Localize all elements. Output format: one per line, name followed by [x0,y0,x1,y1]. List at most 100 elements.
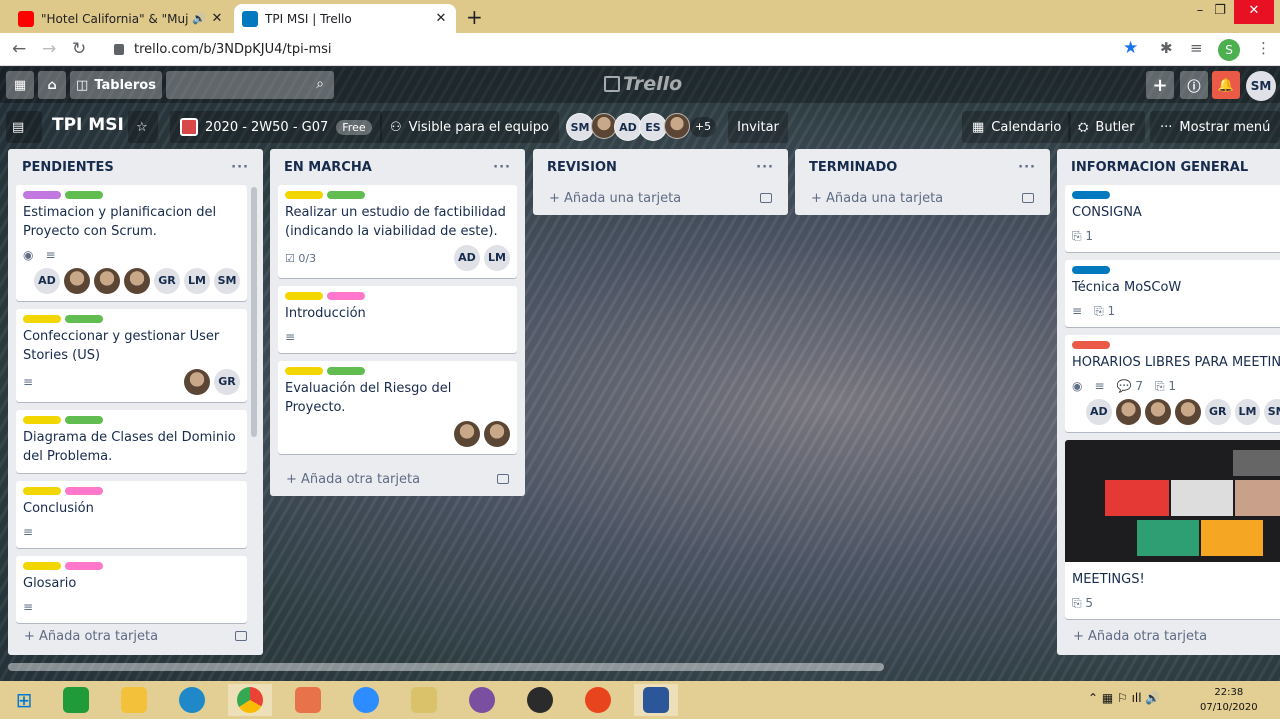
start-button[interactable]: ⊞ [2,684,46,716]
taskbar-app[interactable] [576,684,620,716]
invite-button[interactable]: Invitar [728,111,788,143]
label-blue[interactable] [1072,266,1110,274]
member-avatar[interactable]: AD [454,245,480,271]
label-green[interactable] [327,367,365,375]
extensions-icon[interactable]: ✱ [1160,39,1173,57]
star-board-button[interactable]: ☆ [128,111,158,143]
label-yellow[interactable] [23,562,61,570]
member-avatar[interactable] [1145,399,1172,425]
card[interactable]: HORARIOS LIBRES PARA MEETINGS ◉ ≡ 💬 7 ⎘ … [1065,335,1280,432]
member-avatar[interactable] [664,113,690,139]
list-menu-icon[interactable]: ··· [1018,160,1036,175]
card[interactable]: Introducción ≡ [278,286,517,353]
address-bar[interactable]: trello.com/b/3NDpKJU4/tpi-msi [104,37,1152,61]
reload-icon[interactable]: ↻ [72,39,86,59]
member-avatar[interactable]: SM [214,268,240,294]
add-card-button[interactable]: + Añada otra tarjeta [1057,619,1280,653]
team-button[interactable]: 2020 - 2W50 - G07 Free [170,111,382,143]
taskbar-app[interactable] [286,684,330,716]
member-avatar[interactable] [64,268,90,294]
member-avatar[interactable]: AD [34,268,60,294]
label-yellow[interactable] [285,367,323,375]
boards-button[interactable]: ◫ Tableros [70,71,162,99]
user-avatar[interactable]: SM [1246,71,1276,101]
home-button[interactable]: ⌂ [38,71,66,99]
member-avatar[interactable]: AD [1086,399,1112,425]
list-header[interactable]: INFORMACION GENERAL [1057,149,1280,185]
label-green[interactable] [65,315,103,323]
member-avatar[interactable] [94,268,120,294]
card-template-icon[interactable] [235,631,247,641]
label-purple[interactable] [23,191,61,199]
member-avatar[interactable]: AD [614,113,642,141]
member-avatar[interactable]: GR [214,369,240,395]
card[interactable]: Técnica MoSCoW ≡ ⎘ 1 [1065,260,1280,327]
taskbar-app[interactable] [460,684,504,716]
info-button[interactable]: ⓘ [1180,71,1208,99]
member-avatar[interactable]: LM [484,245,510,271]
butler-button[interactable]: ⛭ Butler [1068,111,1145,143]
member-avatar[interactable] [184,369,210,395]
back-icon[interactable]: ← [12,39,26,59]
notifications-button[interactable]: 🔔 [1212,71,1240,99]
add-card-button[interactable]: + Añada otra tarjeta [8,619,263,653]
card[interactable]: Realizar un estudio de factibilidad (ind… [278,185,517,278]
member-avatar[interactable] [124,268,150,294]
card[interactable]: Conclusión ≡ [16,481,247,548]
window-close-button[interactable]: ✕ [1234,0,1274,24]
browser-menu-icon[interactable]: ⋮ [1256,39,1271,57]
list-header[interactable]: TERMINADO ··· [795,149,1050,185]
card[interactable]: MEETINGS! ⎘ 5 [1065,440,1280,619]
member-avatar[interactable]: GR [154,268,180,294]
taskbar-app[interactable] [634,684,678,716]
member-avatar[interactable] [1115,399,1142,425]
label-green[interactable] [327,191,365,199]
trello-logo[interactable]: Trello [604,73,682,95]
close-tab-icon[interactable]: ✕ [210,11,224,26]
more-members-badge[interactable]: +5 [690,117,716,137]
taskbar-app[interactable] [402,684,446,716]
label-green[interactable] [65,416,103,424]
label-pink[interactable] [65,562,103,570]
member-avatar[interactable]: SM [566,113,594,141]
board-horizontal-scrollbar[interactable] [8,663,884,671]
label-blue[interactable] [1072,191,1110,199]
label-red[interactable] [1072,341,1110,349]
member-avatar[interactable] [454,421,480,447]
member-avatar[interactable] [484,421,510,447]
tab-youtube[interactable]: "Hotel California" & "Mujer A 🔊 ✕ [10,4,232,33]
taskbar-app[interactable] [344,684,388,716]
card[interactable]: Diagrama de Clases del Dominio del Probl… [16,410,247,473]
label-yellow[interactable] [285,292,323,300]
list-scrollbar[interactable] [251,187,257,437]
system-tray-icons[interactable]: ⌃ ▦ ⚐ ıll 🔊 [1088,691,1160,705]
label-yellow[interactable] [285,191,323,199]
taskbar-clock[interactable]: 22:38 07/10/2020 [1200,685,1258,715]
board-switcher-button[interactable]: ▤ [6,111,42,143]
add-card-button[interactable]: + Añada una tarjeta [795,181,1050,215]
member-avatar[interactable]: SM [1264,399,1280,425]
taskbar-app[interactable] [170,684,214,716]
add-card-button[interactable]: + Añada otra tarjeta [270,462,525,496]
label-yellow[interactable] [23,416,61,424]
label-green[interactable] [65,191,103,199]
label-pink[interactable] [327,292,365,300]
list-menu-icon[interactable]: ··· [231,160,249,175]
tab-trello[interactable]: TPI MSI | Trello ✕ [234,4,456,33]
media-icon[interactable]: ≡ [1190,39,1203,57]
forward-icon[interactable]: → [42,39,56,59]
audio-icon[interactable]: 🔊 [192,12,206,25]
board-title[interactable]: TPI MSI [52,115,124,135]
show-menu-button[interactable]: ··· Mostrar menú [1150,111,1280,143]
create-button[interactable]: + [1146,71,1174,99]
member-avatar[interactable]: LM [184,268,210,294]
bookmark-star-icon[interactable]: ★ [1123,38,1138,58]
member-avatar[interactable]: ES [639,113,667,141]
search-input[interactable]: ⌕ [166,71,334,99]
card-template-icon[interactable] [1022,193,1034,203]
calendar-button[interactable]: ▦ Calendario [962,111,1072,143]
card-template-icon[interactable] [760,193,772,203]
label-pink[interactable] [65,487,103,495]
label-yellow[interactable] [23,487,61,495]
add-card-button[interactable]: + Añada una tarjeta [533,181,788,215]
